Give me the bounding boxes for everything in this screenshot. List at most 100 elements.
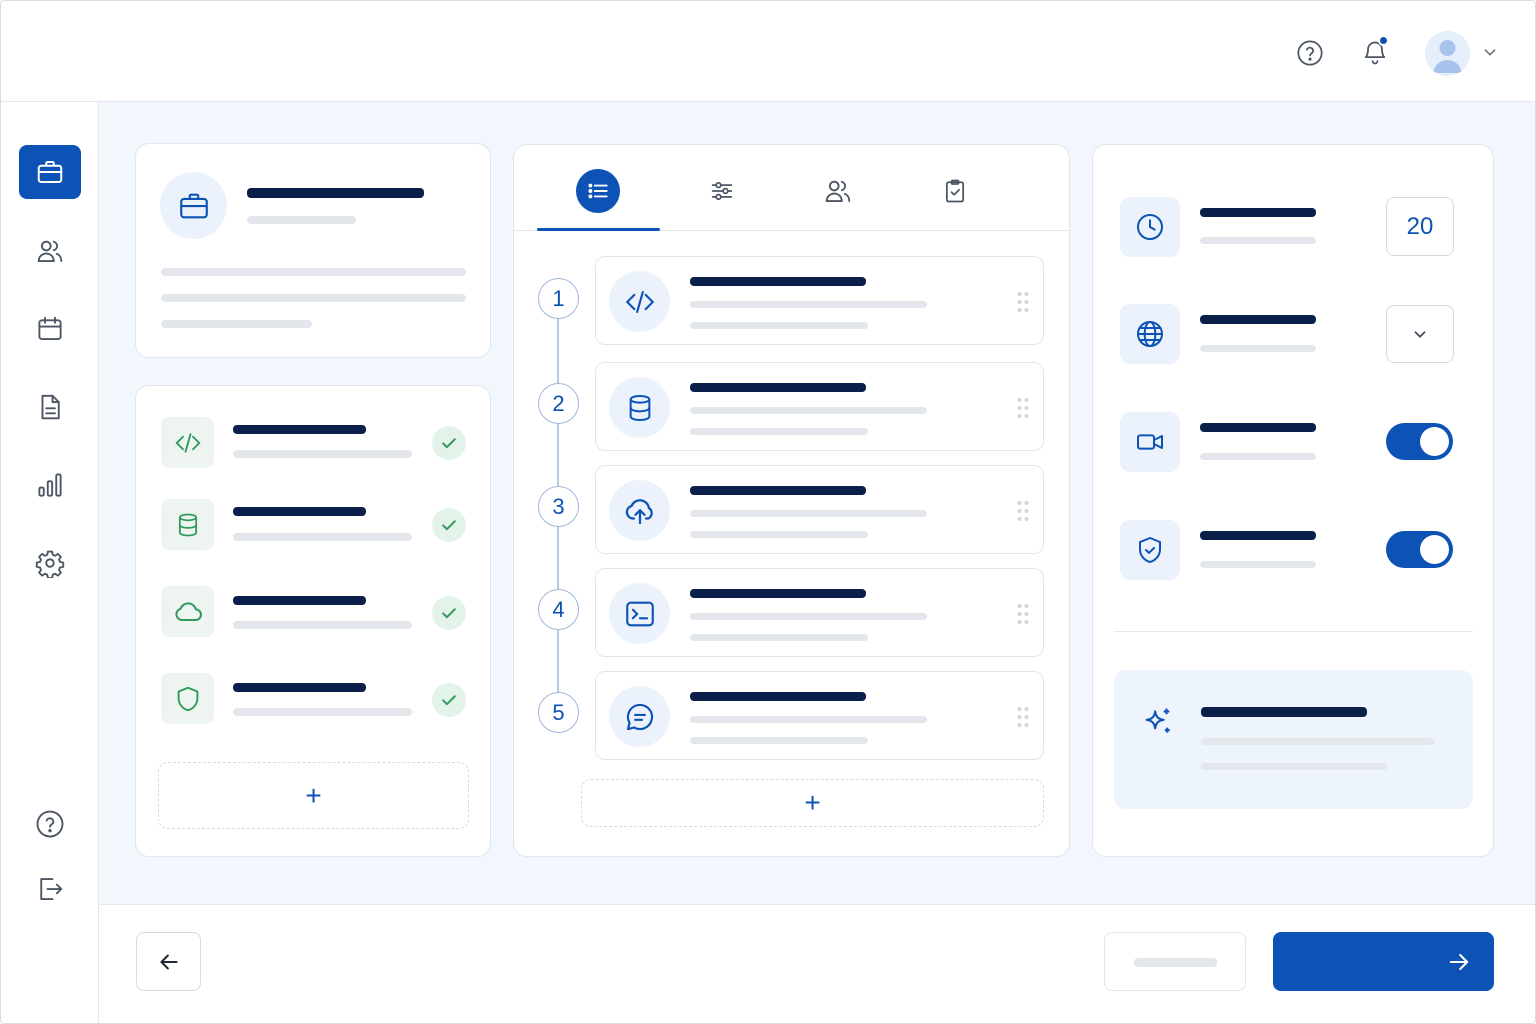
sidebar-item-help[interactable] [19,797,81,851]
tab-configuration[interactable] [700,169,744,213]
drag-handle-icon[interactable] [1016,603,1030,625]
setting-title [1200,531,1316,540]
chevron-down-icon [1484,49,1496,56]
add-service-button[interactable]: + [158,762,469,829]
status-check-badge [432,508,466,542]
calendar-icon [38,316,62,340]
list-item-title [233,596,366,605]
step-subtitle [690,634,868,641]
list-item-icon-tile [161,499,214,550]
ai-panel-line [1201,763,1387,770]
region-select[interactable] [1386,305,1454,363]
toggle-knob [1420,535,1449,564]
security-toggle[interactable] [1386,531,1453,568]
step-subtitle [690,322,868,329]
toggle-knob [1420,427,1449,456]
setting-title [1200,208,1316,217]
account-menu-toggle[interactable] [1479,41,1501,63]
bar-chart-icon [38,473,62,497]
add-step-button[interactable]: + [581,779,1044,827]
setting-icon-tile [1120,412,1180,472]
services-card: + [135,385,491,857]
chat-icon [626,703,653,730]
setting-subtitle [1200,237,1316,244]
ai-panel-title [1201,707,1367,717]
ai-suggestion-panel[interactable] [1114,670,1473,809]
help-button[interactable] [1290,33,1330,73]
step-subtitle [690,428,868,435]
notification-badge [1378,35,1389,46]
globe-icon [1137,321,1163,347]
sidebar-item-projects[interactable] [19,145,81,199]
step-title [690,486,866,495]
sidebar-item-calendar[interactable] [19,302,81,356]
next-button[interactable] [1273,932,1494,991]
list-item-subtitle [233,533,412,541]
setting-icon-tile [1120,197,1180,257]
step-subtitle [690,613,927,620]
pipeline-step-card[interactable] [595,568,1044,657]
button-label-placeholder [1134,958,1217,967]
step-title [690,692,866,701]
gear-icon [35,550,65,578]
secondary-button[interactable] [1104,932,1246,991]
setting-subtitle [1200,453,1316,460]
drag-handle-icon[interactable] [1016,500,1030,522]
user-avatar[interactable] [1425,31,1470,76]
settings-divider [1114,631,1473,632]
project-subtitle-placeholder [247,216,356,224]
pipeline-step-card[interactable] [595,465,1044,554]
pipeline-step-card[interactable] [595,671,1044,760]
step-title [690,277,866,286]
back-button[interactable] [136,932,201,991]
tab-steps[interactable] [576,169,620,213]
list-item-icon-tile [161,673,214,724]
list-item-title [233,425,366,434]
logout-icon [40,878,63,900]
setting-subtitle [1200,561,1316,568]
users-icon [825,180,851,202]
duration-number-input[interactable]: 20 [1386,197,1454,256]
drag-handle-icon[interactable] [1016,397,1030,419]
status-check-badge [432,596,466,630]
step-subtitle [690,716,927,723]
step-subtitle [690,301,927,308]
step-number: 5 [538,692,579,733]
sidebar-item-team[interactable] [19,224,81,278]
description-line [161,294,466,302]
drag-handle-icon[interactable] [1016,706,1030,728]
setting-title [1200,423,1316,432]
clock-icon [1137,214,1163,240]
plus-icon: + [305,779,322,811]
step-icon-tile [609,377,670,438]
tab-review[interactable] [933,169,977,213]
list-item-icon-tile [161,586,214,637]
sliders-icon [711,181,733,201]
drag-handle-icon[interactable] [1016,291,1030,313]
step-icon-tile [609,583,670,644]
sidebar-item-documents[interactable] [19,380,81,434]
tab-members[interactable] [816,169,860,213]
list-item-subtitle [233,708,412,716]
check-icon [442,695,456,706]
database-icon [178,513,197,536]
status-check-badge [432,426,466,460]
step-subtitle [690,737,868,744]
cloud-upload-icon [625,498,653,524]
chevron-down-icon [1414,331,1426,338]
sidebar-item-analytics[interactable] [19,458,81,512]
sidebar-item-logout[interactable] [19,862,81,916]
step-number: 4 [538,589,579,630]
users-icon [37,240,63,262]
notifications-button[interactable] [1355,33,1395,73]
sparkles-icon [1145,708,1170,733]
document-icon [41,394,60,420]
step-number: 1 [538,278,579,319]
video-icon [1137,434,1163,450]
list-icon [588,183,608,199]
pipeline-step-card[interactable] [595,256,1044,345]
pipeline-step-card[interactable] [595,362,1044,451]
list-item-subtitle [233,450,412,458]
video-toggle[interactable] [1386,423,1453,460]
sidebar-item-settings[interactable] [19,536,81,590]
